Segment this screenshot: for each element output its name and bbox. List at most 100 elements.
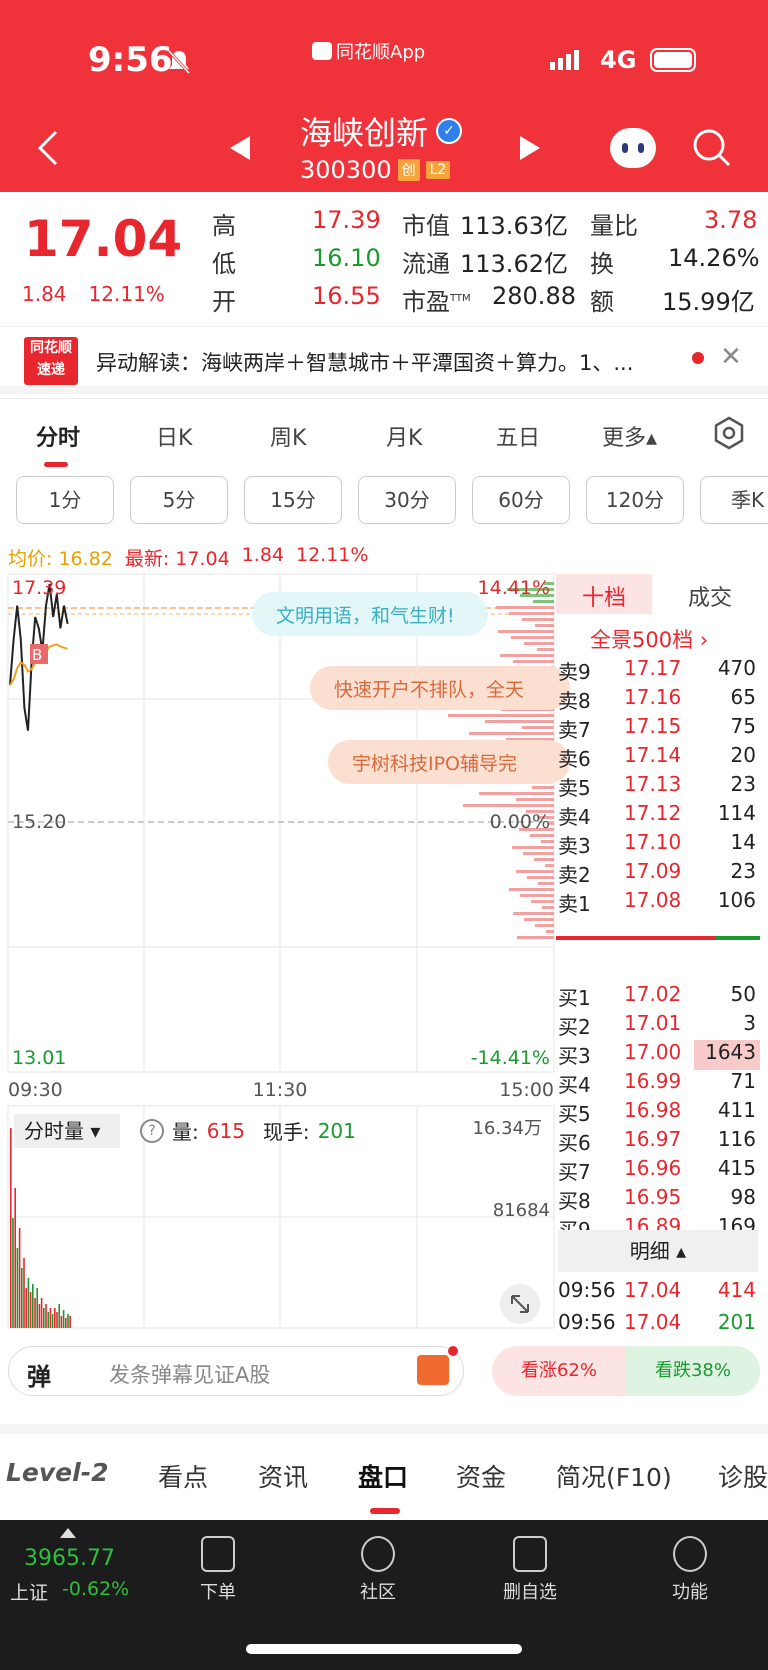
axis-pct-low: -14.41% — [471, 1047, 550, 1069]
tab-diagnosis[interactable]: 诊股 — [718, 1458, 768, 1494]
tab-highlights[interactable]: 看点 — [158, 1458, 208, 1494]
sell-level-row[interactable]: 卖5 17.13 23 — [556, 772, 760, 802]
low-label: 低 — [212, 250, 236, 278]
header-bar: 9:56 同花顺App 4G 海峡创新 ✓ 300300 创 L2 — [0, 0, 768, 192]
full-depth-link[interactable]: 全景500档 › — [590, 624, 708, 654]
settings-hexagon-icon[interactable] — [712, 416, 746, 450]
community-button[interactable]: 社区 — [338, 1536, 418, 1604]
vote-fall-button[interactable]: 看跌38% — [626, 1346, 760, 1396]
news-text[interactable]: 异动解读：海峡两岸＋智慧城市＋平潭国资＋算力。1、... — [96, 347, 666, 377]
sell-level-row[interactable]: 卖4 17.12 114 — [556, 801, 760, 831]
index-expand-icon[interactable] — [60, 1528, 76, 1538]
functions-button[interactable]: 功能 — [650, 1536, 730, 1604]
help-icon[interactable]: ? — [140, 1118, 164, 1143]
volume-selector[interactable]: 分时量 ▾ — [14, 1114, 120, 1148]
sell-level-row[interactable]: 卖7 17.15 75 — [556, 714, 760, 744]
sell-level-row[interactable]: 卖9 17.17 470 — [556, 656, 760, 686]
period-1min[interactable]: 1分 — [16, 476, 114, 524]
tab-market-depth[interactable]: 盘口 — [358, 1458, 408, 1494]
period-5min[interactable]: 5分 — [130, 476, 228, 524]
level-label: 卖2 — [558, 863, 591, 887]
robot-assistant-icon[interactable] — [610, 128, 656, 168]
home-indicator[interactable] — [246, 1644, 522, 1654]
tab-news[interactable]: 资讯 — [258, 1458, 308, 1494]
level-volume: 14 — [730, 830, 756, 854]
news-banner[interactable]: 同花顺 速递 异动解读：海峡两岸＋智慧城市＋平潭国资＋算力。1、... — [0, 326, 768, 394]
depth-bar — [542, 906, 554, 909]
buy-level-row[interactable]: 买8 16.95 98 — [556, 1185, 760, 1215]
gift-icon[interactable] — [417, 1355, 449, 1385]
period-60min[interactable]: 60分 — [472, 476, 570, 524]
buy-level-row[interactable]: 买5 16.98 411 — [556, 1098, 760, 1128]
prev-stock-icon[interactable] — [230, 136, 250, 160]
tab-five-day[interactable]: 五日 — [496, 420, 540, 452]
depth-bar — [463, 804, 554, 807]
buy-level-row[interactable]: 买7 16.96 415 — [556, 1156, 760, 1186]
sell-level-row[interactable]: 卖6 17.14 20 — [556, 743, 760, 773]
buy-level-row[interactable]: 买6 16.97 116 — [556, 1127, 760, 1157]
remove-watchlist-button[interactable]: 删自选 — [490, 1536, 570, 1604]
level-label: 买8 — [558, 1189, 591, 1213]
tab-more[interactable]: 更多▴ — [602, 420, 657, 452]
level-price: 17.17 — [624, 656, 682, 680]
danmu-input[interactable]: 发条弹幕见证A股 — [109, 1359, 270, 1389]
tab-ten-levels[interactable]: 十档 — [582, 580, 626, 612]
tab-f10[interactable]: 简况(F10) — [556, 1458, 672, 1494]
volume-bars — [10, 1128, 71, 1328]
level-volume: 98 — [730, 1185, 756, 1209]
level-price: 17.13 — [624, 772, 682, 796]
depth-bar — [516, 870, 554, 873]
period-quarter-k[interactable]: 季K — [700, 476, 768, 524]
buy-level-row[interactable]: 买3 17.00 1643 — [556, 1040, 760, 1070]
sell-level-row[interactable]: 卖8 17.16 65 — [556, 685, 760, 715]
buy-level-row[interactable]: 买1 17.02 50 — [556, 982, 760, 1012]
sell-level-row[interactable]: 卖3 17.10 14 — [556, 830, 760, 860]
danmu-bar[interactable]: 弹 发条弹幕见证A股 — [8, 1346, 464, 1396]
period-30min[interactable]: 30分 — [358, 476, 456, 524]
depth-bar — [513, 912, 554, 915]
level-price: 17.14 — [624, 743, 682, 767]
period-120min[interactable]: 120分 — [586, 476, 684, 524]
volume-value: 615 — [206, 1118, 245, 1143]
info-change: 1.84 — [241, 544, 284, 566]
tab-intraday[interactable]: 分时 — [36, 420, 80, 452]
close-icon[interactable]: ✕ — [720, 342, 742, 372]
sell-level-row[interactable]: 卖2 17.09 23 — [556, 859, 760, 889]
depth-bar — [520, 894, 554, 897]
tab-daily-k[interactable]: 日K — [156, 420, 192, 452]
intraday-chart[interactable]: B 17.39 15.20 13.01 14.41% 0.00% -14.41%… — [7, 573, 570, 1334]
buy-level-row[interactable]: 买4 16.99 71 — [556, 1069, 760, 1099]
minus-box-icon — [513, 1536, 547, 1572]
tab-capital[interactable]: 资金 — [456, 1458, 506, 1494]
trade-price: 17.04 — [624, 1310, 682, 1334]
buy-level-row[interactable]: 买2 17.01 3 — [556, 1011, 760, 1041]
depth-bar — [496, 606, 554, 609]
volume-bar — [34, 1298, 36, 1328]
trade-time: 09:56 — [558, 1278, 616, 1302]
level-volume: 1643 — [705, 1040, 756, 1064]
amount-label: 额 — [590, 288, 614, 316]
index-value[interactable]: 3965.77 — [24, 1546, 115, 1571]
volume-bar — [29, 1292, 32, 1328]
search-icon[interactable] — [692, 128, 732, 168]
axis-high: 17.39 — [12, 577, 66, 599]
remove-watchlist-label: 删自选 — [503, 1582, 557, 1603]
sell-level-row[interactable]: 卖1 17.08 106 — [556, 888, 760, 918]
back-arrow-icon[interactable] — [36, 128, 60, 168]
subtab-indicator — [370, 1508, 400, 1514]
next-stock-icon[interactable] — [520, 136, 540, 160]
tab-trades[interactable]: 成交 — [688, 580, 732, 612]
period-15min[interactable]: 15分 — [244, 476, 342, 524]
level-volume: 470 — [717, 656, 756, 680]
vote-rise-button[interactable]: 看涨62% — [492, 1346, 626, 1396]
depth-bar — [524, 918, 554, 921]
depth-bar — [509, 612, 554, 615]
bubble-3: 宇树科技IPO辅导完 — [352, 753, 517, 775]
detail-toggle[interactable]: 明细 ▴ — [558, 1230, 758, 1272]
tab-weekly-k[interactable]: 周K — [270, 420, 306, 452]
order-button[interactable]: 下单 — [178, 1536, 258, 1604]
volume-bar — [23, 1258, 25, 1328]
tab-level2[interactable]: Level-2 — [6, 1458, 108, 1487]
tab-monthly-k[interactable]: 月K — [386, 420, 422, 452]
unread-dot — [692, 352, 704, 364]
